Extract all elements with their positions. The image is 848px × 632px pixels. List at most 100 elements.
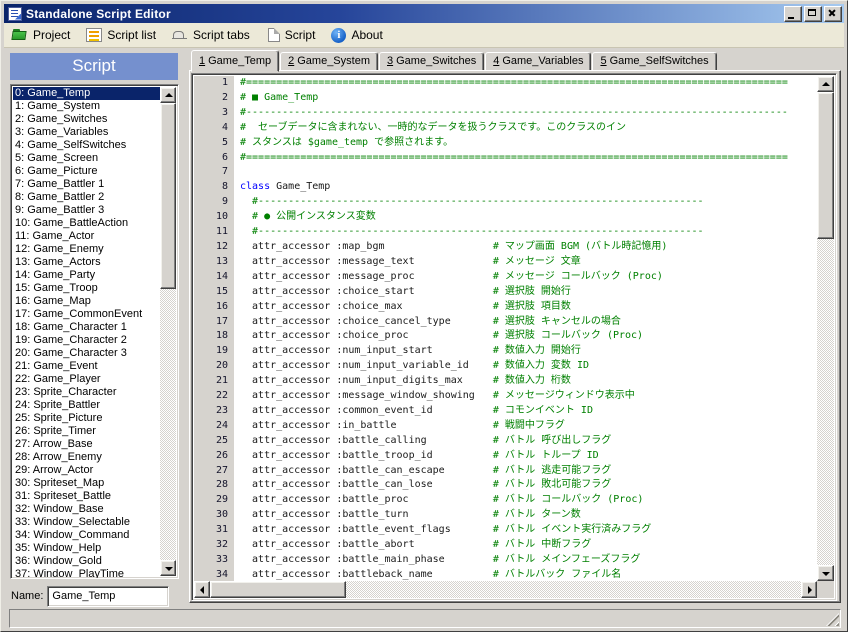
about-button[interactable]: About — [325, 23, 392, 47]
tab-game_selfswitches[interactable]: 5Game_SelfSwitches — [592, 52, 716, 71]
list-item[interactable]: 20: Game_Character 3 — [13, 347, 160, 360]
script-list-button[interactable]: Script list — [80, 23, 166, 47]
inline-comment: # 選択肢 開始行 — [493, 286, 571, 297]
scrollbar-thumb[interactable] — [160, 103, 176, 289]
list-item[interactable]: 1: Game_System — [13, 100, 160, 113]
list-item[interactable]: 35: Window_Help — [13, 542, 160, 555]
list-item[interactable]: 32: Window_Base — [13, 503, 160, 516]
scrollbar-thumb[interactable] — [210, 581, 346, 598]
line-number: 27 — [194, 464, 234, 479]
code-line: 12 attr_accessor :map_bgm # マップ画面 BGM (バ… — [194, 240, 817, 255]
scroll-down-button[interactable] — [817, 565, 834, 581]
tab-game_temp[interactable]: 1Game_Temp — [191, 50, 279, 72]
script-tabs-button[interactable]: Script tabs — [166, 23, 260, 47]
script-list-scrollbar[interactable] — [160, 87, 176, 576]
code-line: 28 attr_accessor :battle_can_lose # バトル … — [194, 478, 817, 493]
list-item[interactable]: 23: Sprite_Character — [13, 386, 160, 399]
script-listbox[interactable]: 0: Game_Temp1: Game_System2: Game_Switch… — [10, 84, 179, 579]
list-item[interactable]: 17: Game_CommonEvent — [13, 308, 160, 321]
comment-line: # ● 公開インスタンス変数 — [240, 211, 376, 222]
titlebar: Standalone Script Editor — [4, 4, 844, 23]
list-item[interactable]: 28: Arrow_Enemy — [13, 451, 160, 464]
scroll-left-button[interactable] — [194, 581, 210, 598]
line-text: attr_accessor :message_proc # メッセージ コールバ… — [234, 270, 663, 285]
inline-comment: # メッセージウィンドウ表示中 — [493, 390, 635, 401]
inline-comment: # 数値入力 開始行 — [493, 345, 581, 356]
list-item[interactable]: 36: Window_Gold — [13, 555, 160, 568]
code-editor[interactable]: 1#======================================… — [191, 73, 837, 601]
code-area[interactable]: 1#======================================… — [194, 76, 817, 581]
scroll-up-button[interactable] — [817, 76, 834, 92]
script-name-input[interactable] — [47, 586, 169, 607]
tab-strip: 1Game_Temp2Game_System3Game_Switches4Gam… — [191, 49, 718, 71]
line-text: #=======================================… — [234, 76, 788, 91]
list-item[interactable]: 13: Game_Actors — [13, 256, 160, 269]
code-line: 30 attr_accessor :battle_turn # バトル ターン数 — [194, 508, 817, 523]
list-item[interactable]: 30: Spriteset_Map — [13, 477, 160, 490]
list-item[interactable]: 16: Game_Map — [13, 295, 160, 308]
list-item[interactable]: 0: Game_Temp — [13, 87, 160, 100]
minimize-button[interactable] — [784, 6, 802, 22]
list-item[interactable]: 7: Game_Battler 1 — [13, 178, 160, 191]
list-item[interactable]: 21: Game_Event — [13, 360, 160, 373]
tab-game_variables[interactable]: 4Game_Variables — [485, 52, 591, 71]
list-item[interactable]: 12: Game_Enemy — [13, 243, 160, 256]
window: Standalone Script Editor ProjectScript l… — [0, 0, 848, 632]
list-item[interactable]: 34: Window_Command — [13, 529, 160, 542]
list-item[interactable]: 14: Game_Party — [13, 269, 160, 282]
code-line: 15 attr_accessor :choice_start # 選択肢 開始行 — [194, 285, 817, 300]
tab-game_system[interactable]: 2Game_System — [280, 52, 378, 71]
editor-horizontal-scrollbar[interactable] — [194, 581, 817, 598]
inline-comment: # メッセージ コールバック (Proc) — [493, 271, 663, 282]
list-item[interactable]: 8: Game_Battler 2 — [13, 191, 160, 204]
inline-comment: # マップ画面 BGM (バトル時記憶用) — [493, 241, 668, 252]
line-number: 8 — [194, 180, 234, 195]
code-line: 8class Game_Temp — [194, 180, 817, 195]
scrollbar-thumb[interactable] — [817, 92, 834, 239]
code-line: 16 attr_accessor :choice_max # 選択肢 項目数 — [194, 300, 817, 315]
list-item[interactable]: 33: Window_Selectable — [13, 516, 160, 529]
list-item[interactable]: 9: Game_Battler 3 — [13, 204, 160, 217]
resize-grip[interactable] — [826, 613, 839, 626]
tab-game_switches[interactable]: 3Game_Switches — [379, 52, 484, 71]
list-item[interactable]: 11: Game_Actor — [13, 230, 160, 243]
list-item[interactable]: 10: Game_BattleAction — [13, 217, 160, 230]
inline-comment: # 選択肢 項目数 — [493, 301, 571, 312]
name-label: Name: — [11, 590, 43, 602]
line-text: attr_accessor :choice_cancel_type # 選択肢 … — [234, 315, 621, 330]
editor-vertical-scrollbar[interactable] — [817, 76, 834, 581]
scroll-up-button[interactable] — [160, 87, 176, 103]
list-item[interactable]: 15: Game_Troop — [13, 282, 160, 295]
list-item[interactable]: 19: Game_Character 2 — [13, 334, 160, 347]
list-item[interactable]: 4: Game_SelfSwitches — [13, 139, 160, 152]
line-number: 18 — [194, 329, 234, 344]
list-item[interactable]: 25: Sprite_Picture — [13, 412, 160, 425]
list-item[interactable]: 29: Arrow_Actor — [13, 464, 160, 477]
list-item[interactable]: 2: Game_Switches — [13, 113, 160, 126]
line-number: 34 — [194, 568, 234, 581]
line-number: 17 — [194, 315, 234, 330]
list-item[interactable]: 22: Game_Player — [13, 373, 160, 386]
maximize-button[interactable] — [804, 6, 822, 22]
scroll-right-button[interactable] — [801, 581, 817, 598]
list-item[interactable]: 31: Spriteset_Battle — [13, 490, 160, 503]
list-item[interactable]: 26: Sprite_Timer — [13, 425, 160, 438]
list-item[interactable]: 5: Game_Screen — [13, 152, 160, 165]
script-button[interactable]: Script — [260, 23, 326, 47]
list-item[interactable]: 24: Sprite_Battler — [13, 399, 160, 412]
code-line: 4# セーブデータに含まれない、一時的なデータを扱うクラスです。このクラスのイン — [194, 121, 817, 136]
list-item[interactable]: 6: Game_Picture — [13, 165, 160, 178]
list-item[interactable]: 37: Window_PlayTime — [13, 568, 160, 579]
scroll-down-button[interactable] — [160, 560, 176, 576]
list-item[interactable]: 18: Game_Character 1 — [13, 321, 160, 334]
close-button[interactable] — [824, 6, 842, 22]
tab-label: Game_Switches — [396, 55, 476, 67]
line-number: 21 — [194, 374, 234, 389]
line-text: attr_accessor :battle_can_escape # バトル 逃… — [234, 464, 611, 479]
project-button[interactable]: Project — [6, 23, 80, 47]
list-item[interactable]: 3: Game_Variables — [13, 126, 160, 139]
line-text: attr_accessor :choice_start # 選択肢 開始行 — [234, 285, 571, 300]
list-item[interactable]: 27: Arrow_Base — [13, 438, 160, 451]
line-text: attr_accessor :battleback_name # バトルバック … — [234, 568, 621, 581]
comment-line: #---------------------------------------… — [240, 226, 704, 237]
